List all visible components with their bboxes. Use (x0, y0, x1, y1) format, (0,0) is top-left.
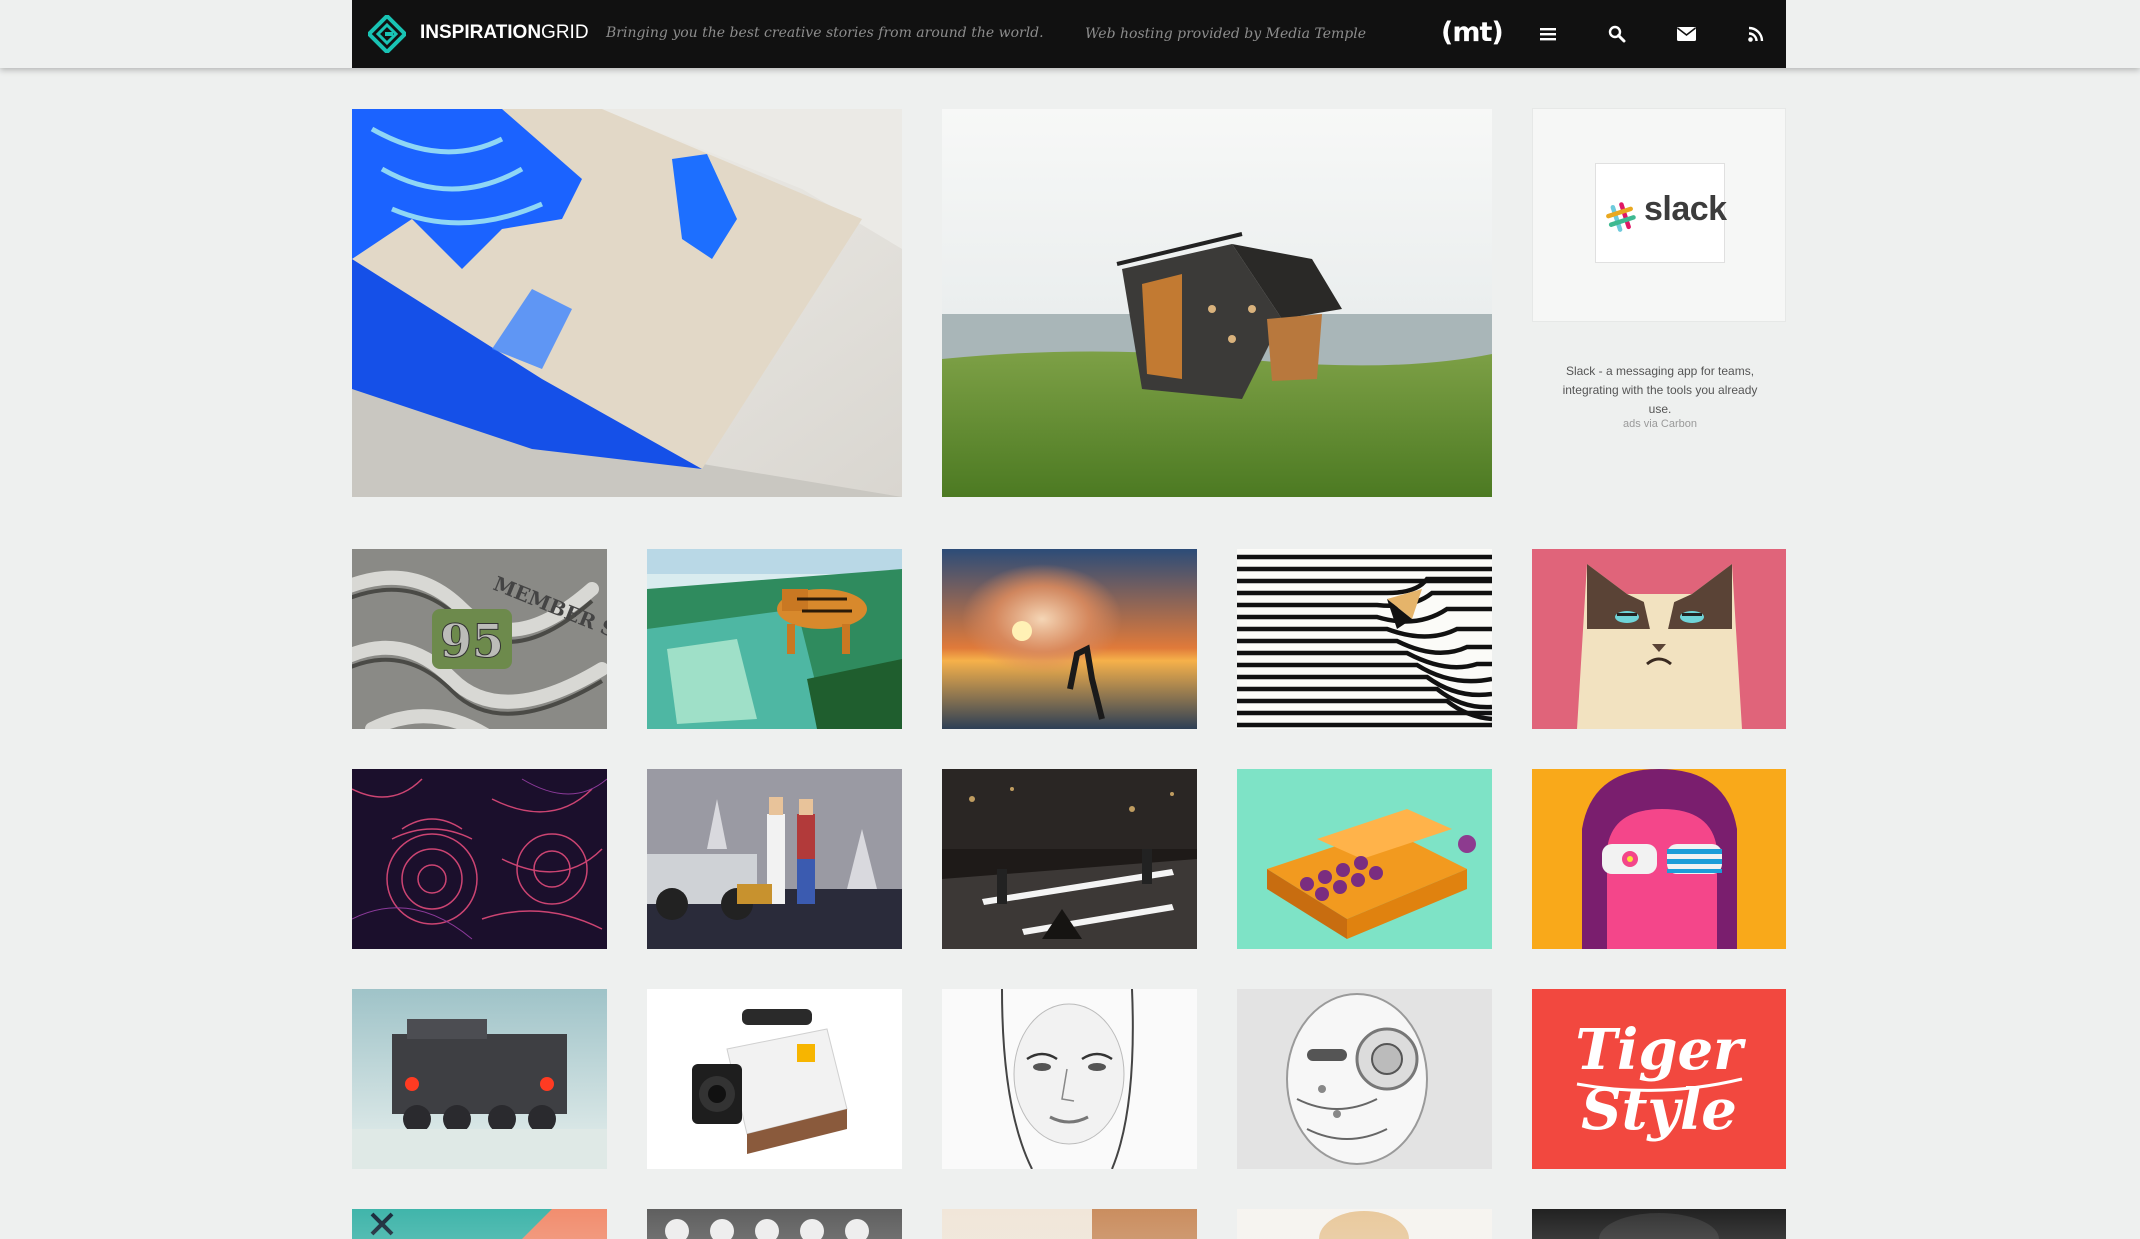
post-boiling-water-explosion[interactable] (942, 549, 1197, 729)
site-tagline: Bringing you the best creative stories f… (606, 25, 1044, 41)
inspiration-grid-logo-icon[interactable] (368, 15, 406, 53)
post-member-since-95[interactable]: 95 MEMBER SINCE (352, 549, 607, 729)
header-inner: INSPIRATIONGRID Bringing you the best cr… (352, 0, 1786, 68)
svg-text:95: 95 (440, 614, 504, 668)
post-bb8-line-art[interactable] (352, 769, 607, 949)
post-striped-op-art[interactable] (1237, 549, 1492, 729)
post-partial-tile-3[interactable] (942, 1209, 1197, 1239)
post-kodak-super8-camera[interactable] (647, 989, 902, 1169)
media-temple-logo[interactable]: (mt) (1441, 17, 1504, 48)
ad-description[interactable]: Slack - a messaging app for teams, integ… (1550, 362, 1770, 419)
post-partial-tile-1[interactable] (352, 1209, 607, 1239)
search-icon[interactable] (1603, 20, 1631, 48)
rss-icon[interactable] (1742, 20, 1770, 48)
post-light-seesaws-night[interactable] (942, 769, 1197, 949)
featured-post-resin-marble-table[interactable] (352, 109, 902, 497)
post-pixel-tiger-landscape[interactable] (647, 549, 902, 729)
post-partial-tile-4[interactable] (1237, 1209, 1492, 1239)
post-robot-head-render[interactable] (1237, 989, 1492, 1169)
svg-text:Tiger: Tiger (1575, 1017, 1746, 1083)
post-pixel-back-to-the-future[interactable] (647, 769, 902, 949)
logo-light: GRID (541, 22, 589, 43)
post-snow-truck-render[interactable] (352, 989, 607, 1169)
mail-icon[interactable] (1672, 20, 1700, 48)
menu-icon[interactable] (1534, 20, 1562, 48)
post-pencil-portrait[interactable] (942, 989, 1197, 1169)
post-grumpy-cat-illustration[interactable] (1532, 549, 1786, 729)
slack-hash-icon (1606, 202, 1636, 232)
ad-via-carbon[interactable]: ads via Carbon (1550, 418, 1770, 430)
hosting-credit[interactable]: Web hosting provided by Media Temple (1085, 26, 1366, 42)
slack-logo[interactable]: slack (1595, 163, 1727, 263)
post-partial-tile-2[interactable] (647, 1209, 902, 1239)
post-orange-typewriter[interactable] (1237, 769, 1492, 949)
post-tiger-style-lettering[interactable]: Tiger Style (1532, 989, 1786, 1169)
logo-bold: INSPIRATION (420, 22, 542, 43)
featured-post-cabin-on-meadow[interactable] (942, 109, 1492, 497)
ad-brand-name: slack (1644, 190, 1727, 228)
site-logo-text[interactable]: INSPIRATIONGRID (420, 22, 589, 44)
post-partial-tile-5[interactable] (1532, 1209, 1786, 1239)
post-sunglasses-girl[interactable] (1532, 769, 1786, 949)
carbon-ad-image[interactable]: slack (1532, 108, 1786, 322)
top-navigation-bar: INSPIRATIONGRID Bringing you the best cr… (0, 0, 2140, 68)
